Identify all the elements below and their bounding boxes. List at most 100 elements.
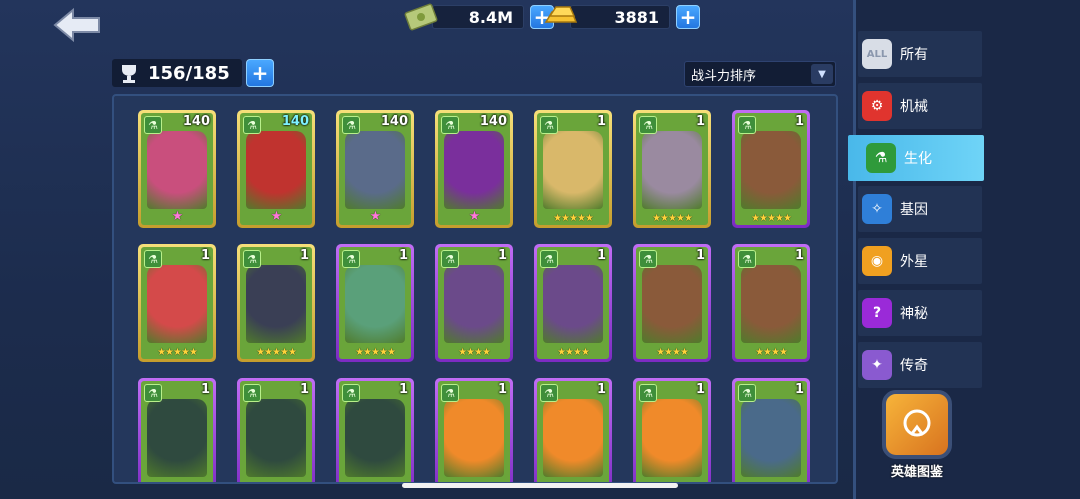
hero-card-inner: ⚗ 1 ★★★★★ [735,113,807,225]
sidebar-item-label: 基因 [900,202,928,218]
hero-portrait [246,399,306,477]
hero-card[interactable]: ⚗ 140 ★ [237,110,315,228]
hero-portrait [345,265,405,343]
sidebar-item-label: 机械 [900,99,928,115]
sidebar-item-dna[interactable]: ✧ 基因 [858,186,982,232]
back-button[interactable] [52,6,102,44]
sidebar-item-alien[interactable]: ◉ 外星 [858,238,982,284]
hero-stars: ★★★★★ [355,347,396,358]
hero-portrait [642,265,702,343]
hero-level: 1 [497,382,507,397]
hero-card[interactable]: ⚗ 1 ★★★★★ [732,110,810,228]
hero-stars: ★★★★ [656,347,689,358]
all-icon: ALL [862,39,892,69]
hero-card[interactable]: ⚗ 140 ★ [138,110,216,228]
hero-level: 1 [200,382,210,397]
hero-portrait [642,399,702,477]
sidebar-item-flask[interactable]: ⚗ 生化 [848,135,984,181]
hero-card[interactable]: ⚗ 1 ★★★★ [435,244,513,362]
hero-level: 1 [794,382,804,397]
flask-icon: ⚗ [639,116,657,134]
hero-portrait [444,131,504,209]
hero-card[interactable]: ⚗ 1 ★★★★★ [633,110,711,228]
hero-stars: ★★★★★ [256,347,297,358]
hero-card[interactable]: ⚗ 140 ★ [336,110,414,228]
hero-portrait [444,265,504,343]
hero-portrait [246,265,306,343]
flask-icon: ⚗ [342,250,360,268]
hero-stars: ★★★★★ [652,213,693,224]
hero-level: 1 [695,114,705,129]
hero-portrait [741,131,801,209]
hero-collection-button[interactable]: 英雄图鉴 [872,390,962,480]
hero-stars: ★★★★★ [751,213,792,224]
back-arrow-icon [53,7,100,43]
trophy-icon [122,65,136,83]
hero-level: 140 [479,114,507,129]
flask-icon: ⚗ [540,116,558,134]
chevron-down-icon: ▼ [811,64,833,84]
flask-icon: ⚗ [144,116,162,134]
hero-card[interactable]: ⚗ 1 ★★★★★ [237,244,315,362]
hero-card-inner: ⚗ 1 [240,381,312,482]
hero-card[interactable]: ⚗ 1 ★★★★ [732,244,810,362]
hero-card[interactable]: ⚗ 1 ★★★★★ [534,110,612,228]
hero-portrait [741,265,801,343]
hero-portrait [147,131,207,209]
hero-card-inner: ⚗ 1 [537,381,609,482]
sidebar-item-all[interactable]: ALL 所有 [858,31,982,77]
hero-card[interactable]: ⚗ 1 ★★★★ [633,244,711,362]
hero-card[interactable]: ⚗ 1 [732,378,810,482]
flask-icon: ⚗ [441,250,459,268]
flask-icon: ⚗ [243,116,261,134]
hero-card-inner: ⚗ 1 ★★★★ [636,247,708,359]
hero-level: 1 [596,248,606,263]
alien-icon: ◉ [862,246,892,276]
expand-capacity-button[interactable]: + [246,59,274,87]
hero-card[interactable]: ⚗ 1 [633,378,711,482]
hero-level: 1 [299,382,309,397]
hero-card[interactable]: ⚗ 1 [435,378,513,482]
collection-badge-icon [882,390,952,459]
hero-card[interactable]: ⚗ 1 [237,378,315,482]
hero-level: 140 [182,114,210,129]
hero-card[interactable]: ⚗ 1 ★★★★★ [336,244,414,362]
flask-icon: ⚗ [342,384,360,402]
flask-icon: ⚗ [144,384,162,402]
gold-counter: 3881 + [542,4,700,30]
mystery-icon: ? [862,298,892,328]
hero-card[interactable]: ⚗ 1 [138,378,216,482]
hero-card[interactable]: ⚗ 1 ★★★★ [534,244,612,362]
sidebar-item-mystery[interactable]: ? 神秘 [858,290,982,336]
hero-stars: ★ [171,209,184,224]
hero-card[interactable]: ⚗ 1 [534,378,612,482]
flask-icon: ⚗ [639,384,657,402]
home-indicator[interactable] [402,483,678,488]
hero-portrait [444,399,504,477]
cash-value: 8.4M [432,5,524,29]
hero-card-inner: ⚗ 1 ★★★★ [735,247,807,359]
hero-level: 1 [398,248,408,263]
hero-portrait [642,131,702,209]
flask-icon: ⚗ [243,250,261,268]
capacity-value: 156/185 [148,62,230,84]
sidebar-item-label: 外星 [900,254,928,270]
hero-card-inner: ⚗ 140 ★ [339,113,411,225]
hero-card[interactable]: ⚗ 1 [336,378,414,482]
hero-level: 1 [794,248,804,263]
hero-card-inner: ⚗ 1 [636,381,708,482]
hero-card-inner: ⚗ 1 ★★★★ [438,247,510,359]
hero-portrait [345,131,405,209]
hero-card[interactable]: ⚗ 140 ★ [435,110,513,228]
sort-dropdown[interactable]: 战斗力排序 ▼ [684,61,836,87]
sidebar-item-label: 生化 [904,151,932,167]
sidebar-item-mech[interactable]: ⚙ 机械 [858,83,982,129]
flask-icon: ⚗ [144,250,162,268]
hero-card[interactable]: ⚗ 1 ★★★★★ [138,244,216,362]
hero-portrait [345,399,405,477]
flask-icon: ⚗ [342,116,360,134]
hero-card-inner: ⚗ 1 ★★★★★ [240,247,312,359]
sidebar-item-label: 神秘 [900,306,928,322]
add-gold-button[interactable]: + [676,5,700,29]
sidebar-item-legend[interactable]: ✦ 传奇 [858,342,982,388]
